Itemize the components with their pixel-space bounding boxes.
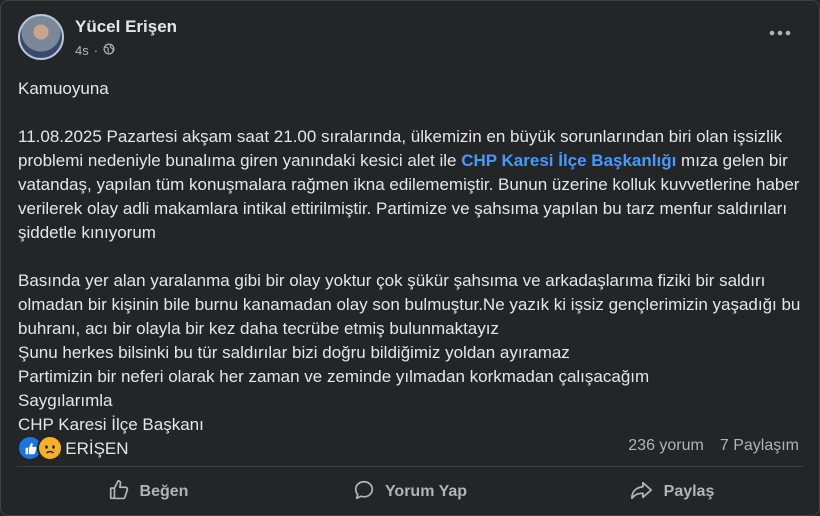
comments-count[interactable]: 236 yorum xyxy=(628,437,704,455)
post-line: Saygılarımla xyxy=(18,391,113,410)
post-body: Kamuoyuna 11.08.2025 Pazartesi akşam saa… xyxy=(18,77,808,461)
post-heading-line: Kamuoyuna xyxy=(18,79,109,98)
page-mention-link[interactable]: CHP Karesi İlçe Başkanlığı xyxy=(461,151,676,170)
comment-label: Yorum Yap xyxy=(384,483,468,500)
shares-count[interactable]: 7 Paylaşım xyxy=(720,437,799,455)
share-arrow-icon xyxy=(630,479,654,506)
like-button[interactable]: Beğen xyxy=(17,470,279,514)
divider xyxy=(17,466,803,467)
comment-button[interactable]: Yorum Yap xyxy=(279,470,541,514)
comment-bubble-icon xyxy=(353,479,375,506)
post-line: Şunu herkes bilsinki bu tür saldırılar b… xyxy=(18,343,570,362)
author-name[interactable]: Yücel Erişen xyxy=(75,17,177,37)
facebook-post-card: Yücel Erişen 4s · Kamuoyuna 11.08.2025 P… xyxy=(0,0,820,516)
post-header: Yücel Erişen 4s · xyxy=(18,14,177,60)
post-line: CHP Karesi İlçe Başkanı xyxy=(18,415,204,434)
post-time[interactable]: 4s xyxy=(75,43,89,58)
more-options-icon[interactable] xyxy=(769,25,791,36)
sad-reaction-icon xyxy=(37,435,63,461)
thumbs-up-icon xyxy=(108,479,130,506)
share-label: Paylaş xyxy=(663,483,715,500)
post-paragraph-1: 11.08.2025 Pazartesi akşam saat 21.00 sı… xyxy=(18,127,800,242)
like-label: Beğen xyxy=(139,483,189,500)
avatar[interactable] xyxy=(18,14,64,60)
post-meta: Yücel Erişen 4s · xyxy=(75,17,177,58)
reactions-summary[interactable] xyxy=(17,435,63,461)
post-paragraph-2: Basında yer alan yaralanma gibi bir olay… xyxy=(18,271,801,338)
globe-icon xyxy=(103,43,115,58)
post-actions: Beğen Yorum Yap Paylaş xyxy=(17,470,803,514)
engagement-counts: 236 yorum 7 Paylaşım xyxy=(628,437,799,455)
post-line: Partimizin bir neferi olarak her zaman v… xyxy=(18,367,650,386)
share-button[interactable]: Paylaş xyxy=(541,470,803,514)
post-timestamp-row: 4s · xyxy=(75,43,177,58)
